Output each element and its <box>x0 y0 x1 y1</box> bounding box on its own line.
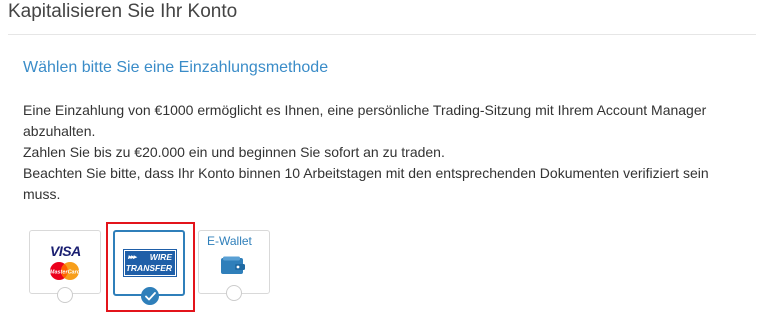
section-heading: Wählen bitte Sie eine Einzahlungsmethode <box>23 59 329 76</box>
wire-transfer-icon: ▸▸▸ WIRE TRANSFER <box>123 249 177 277</box>
radio-wire-transfer-checked[interactable] <box>141 287 159 305</box>
description-line-2: Zahlen Sie bis zu €20.000 ein und beginn… <box>23 144 445 160</box>
description-text: Eine Einzahlung von €1000 ermöglicht es … <box>23 100 743 205</box>
wire-transfer-line-2: TRANSFER <box>125 263 172 273</box>
radio-visa-mastercard[interactable] <box>57 287 73 303</box>
visa-logo-text: VISA <box>50 243 81 259</box>
title-divider <box>8 34 756 35</box>
description-line-1: Eine Einzahlung von €1000 ermöglicht es … <box>23 102 707 139</box>
e-wallet-label: E-Wallet <box>207 234 252 248</box>
wallet-icon <box>221 256 245 274</box>
checkmark-icon <box>145 292 156 301</box>
mastercard-icon: MasterCard <box>50 262 81 280</box>
mastercard-logo-text: MasterCard <box>50 270 81 276</box>
wire-transfer-arrows: ▸▸▸ <box>128 254 136 261</box>
page-title: Kapitalisieren Sie Ihr Konto <box>8 1 238 22</box>
radio-e-wallet[interactable] <box>226 285 242 301</box>
description-line-3: Beachten Sie bitte, dass Ihr Konto binne… <box>23 165 709 202</box>
